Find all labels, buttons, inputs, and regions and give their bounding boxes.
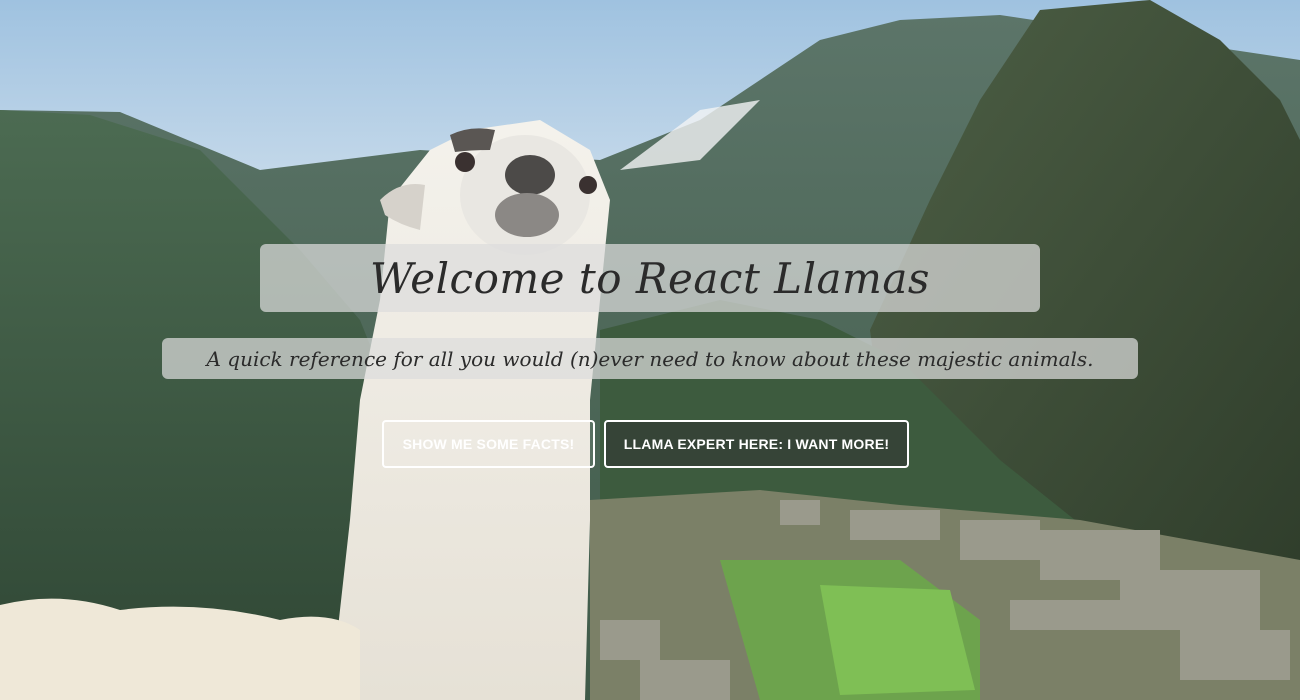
show-facts-button[interactable]: SHOW ME SOME FACTS! <box>382 420 595 468</box>
subtitle-banner: A quick reference for all you would (n)e… <box>162 338 1138 379</box>
title-banner: Welcome to React Llamas <box>260 244 1040 312</box>
hero-section: Welcome to React Llamas A quick referenc… <box>0 0 1300 700</box>
page-subtitle: A quick reference for all you would (n)e… <box>206 346 1094 371</box>
page-title: Welcome to React Llamas <box>370 253 930 303</box>
expert-more-button[interactable]: LLAMA EXPERT HERE: I WANT MORE! <box>604 420 909 468</box>
